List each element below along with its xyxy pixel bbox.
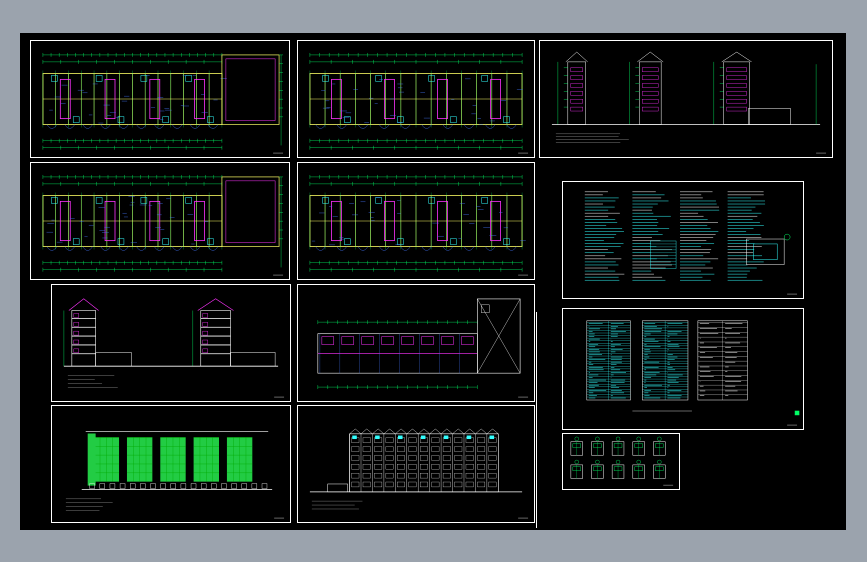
sheet-drawing-schedule <box>586 320 800 426</box>
sheet-drawing-plan-2 <box>309 52 529 154</box>
drawing-sheet-plan-4[interactable] <box>297 162 535 280</box>
sheet-separator <box>536 312 537 528</box>
drawing-sheet-plan-1[interactable] <box>30 40 290 158</box>
drawing-sheet-plan-3[interactable] <box>30 162 290 280</box>
sheet-drawing-elevations-small <box>551 51 827 154</box>
sheet-drawing-roof-plan <box>317 298 529 398</box>
sheet-drawing-elevation-front <box>65 431 285 519</box>
drawing-sheet-plan-2[interactable] <box>297 40 535 158</box>
sheet-drawing-elevation-rear <box>309 428 529 519</box>
sheet-drawing-section <box>63 298 285 398</box>
drawing-sheet-section[interactable] <box>51 284 291 402</box>
sheet-drawing-plan-1 <box>42 52 284 154</box>
drawing-canvas[interactable] <box>20 33 846 530</box>
sheet-drawing-details <box>570 436 674 486</box>
drawing-sheet-elevation-rear[interactable] <box>297 405 535 523</box>
drawing-sheet-details[interactable] <box>562 433 680 490</box>
drawing-sheet-elevation-front[interactable] <box>51 405 291 523</box>
drawing-sheet-schedule[interactable] <box>562 308 804 430</box>
drawing-sheet-notes[interactable] <box>562 181 804 299</box>
drawing-sheet-roof-plan[interactable] <box>297 284 535 402</box>
sheet-drawing-plan-4 <box>309 174 529 276</box>
drawing-sheet-elevations-small[interactable] <box>539 40 833 158</box>
sheet-drawing-notes <box>584 191 798 295</box>
sheet-drawing-plan-3 <box>42 174 284 276</box>
